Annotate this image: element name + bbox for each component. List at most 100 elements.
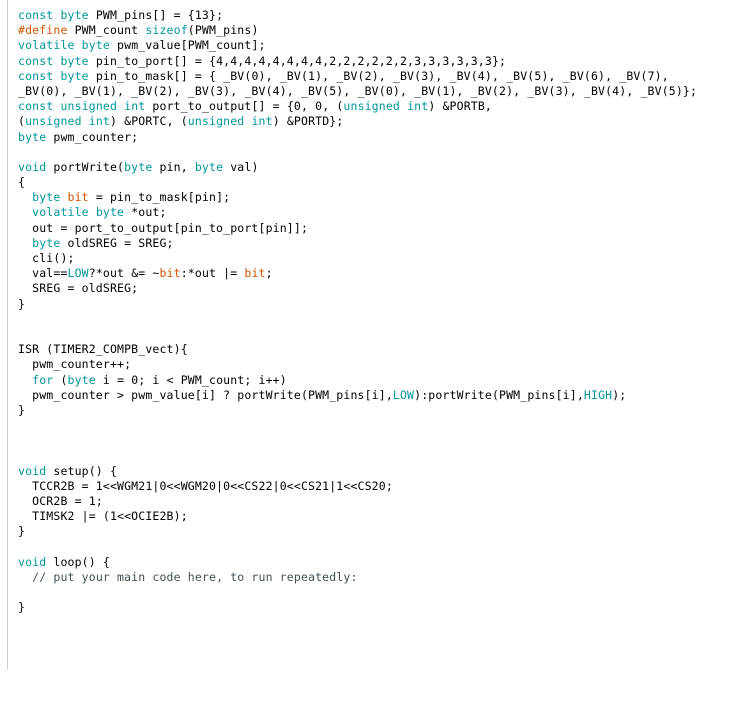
code-token: bit — [159, 266, 181, 281]
code-token: ):portWrite(PWM_pins[i], — [414, 387, 584, 402]
code-token: byte — [194, 159, 224, 174]
code-line: ​ — [18, 448, 737, 463]
code-editor[interactable]: const byte PWM_pins[] = {13}; #define PWM… — [0, 0, 737, 703]
code-token: pin_to_port[] = {4,4,4,4,4,4,4,4,2,2,2,2… — [88, 53, 507, 68]
code-line: for (byte i = 0; i < PWM_count; i++) — [18, 373, 737, 388]
code-token: val== — [18, 266, 68, 281]
code-line: ​ — [18, 312, 737, 327]
code-token: const — [18, 68, 54, 83]
code-token: OCR2B = 1; — [18, 494, 103, 508]
code-token: i = 0; i < PWM_count; i++) — [95, 372, 287, 387]
code-token: } — [18, 296, 26, 311]
code-token: = pin_to_mask[pin]; — [88, 190, 231, 205]
code-line: (unsigned int) &PORTC, (unsigned int) &P… — [18, 114, 737, 129]
code-token: unsigned — [343, 99, 401, 114]
code-token: pin_to_mask[] = { _BV(0), _BV(1), _BV(2)… — [88, 68, 669, 83]
code-token: ); — [612, 387, 627, 402]
code-token: SREG = oldSREG; — [18, 281, 139, 296]
code-line: } — [18, 524, 737, 539]
code-token: _BV(0), _BV(1), _BV(2), _BV(3), _BV(4), … — [18, 83, 698, 98]
code-line: ISR (TIMER2_COMPB_vect){ — [18, 342, 737, 357]
code-line: } — [18, 403, 737, 418]
code-token: int — [88, 114, 110, 129]
code-token: loop() { — [46, 554, 110, 569]
code-token: void — [18, 554, 47, 569]
code-line: const byte pin_to_port[] = {4,4,4,4,4,4,… — [18, 54, 737, 69]
code-token: pwm_value[PWM_count]; — [109, 38, 266, 53]
code-line: // put your main code here, to run repea… — [18, 570, 737, 585]
code-token: volatile — [18, 38, 75, 53]
code-token: ) &PORTB, — [428, 99, 492, 114]
code-line: ​ — [18, 585, 737, 600]
code-token: pwm_counter; — [46, 129, 139, 144]
code-line: void loop() { — [18, 555, 737, 570]
code-line: volatile byte *out; — [18, 205, 737, 220]
code-token: int — [124, 99, 146, 114]
code-token: ?*out &= ~ — [88, 266, 160, 281]
code-token: // put your main code here, to run repea… — [32, 569, 358, 584]
code-token: } — [18, 524, 26, 539]
code-line: OCR2B = 1; — [18, 494, 737, 509]
code-token: :*out |= — [180, 266, 245, 281]
code-line: } — [18, 297, 737, 312]
code-token: int — [407, 99, 429, 114]
code-token: } — [18, 600, 26, 615]
code-token: ISR (TIMER2_COMPB_vect){ — [18, 342, 188, 357]
code-token: sizeof — [145, 23, 188, 38]
code-token: pin, — [152, 159, 195, 174]
code-token: PWM_count — [67, 23, 146, 38]
code-token: LOW — [392, 387, 415, 402]
code-token: byte — [60, 8, 89, 22]
code-token: ) &PORTD}; — [272, 114, 344, 129]
code-line: const byte PWM_pins[] = {13}; — [18, 8, 737, 23]
code-token: byte — [67, 372, 96, 387]
code-token: TCCR2B = 1<<WGM21|0<<WGM20|0<<CS22|0<<CS… — [18, 478, 393, 493]
code-line: ​ — [18, 540, 737, 555]
code-token: unsigned — [187, 114, 245, 129]
code-line: _BV(0), _BV(1), _BV(2), _BV(3), _BV(4), … — [18, 84, 737, 99]
code-token: bit — [67, 190, 89, 205]
code-token: byte — [18, 129, 47, 144]
code-token: unsigned — [60, 99, 118, 114]
code-token: const — [18, 99, 54, 114]
code-line: void portWrite(byte pin, byte val) — [18, 160, 737, 175]
code-token: void — [18, 463, 47, 478]
code-token: for — [32, 372, 54, 387]
code-token: #define — [18, 23, 68, 38]
code-line: const unsigned int port_to_output[] = {0… — [18, 99, 737, 114]
code-token: PWM_pins[] = {13}; — [88, 8, 224, 22]
code-line: TCCR2B = 1<<WGM21|0<<WGM20|0<<CS22|0<<CS… — [18, 479, 737, 494]
code-token: pwm_counter++; — [18, 357, 132, 372]
code-token: ( — [53, 372, 68, 387]
code-token: byte — [95, 205, 125, 220]
code-line: out = port_to_output[pin_to_port[pin]]; — [18, 221, 737, 236]
code-token: LOW — [67, 266, 89, 281]
code-token: byte — [124, 159, 153, 174]
code-token: bit — [244, 266, 266, 281]
code-line: const byte pin_to_mask[] = { _BV(0), _BV… — [18, 69, 737, 84]
code-token: ) &PORTC, ( — [109, 114, 188, 129]
code-token: byte — [60, 68, 89, 83]
code-token: byte — [32, 190, 61, 205]
code-token: ; — [265, 266, 273, 281]
code-token: TIMSK2 |= (1<<OCIE2B); — [18, 509, 188, 524]
code-token: (PWM_pins) — [187, 23, 259, 38]
code-token: } — [18, 402, 26, 417]
code-token: { — [18, 175, 26, 190]
editor-gutter — [0, 0, 8, 670]
code-line: byte oldSREG = SREG; — [18, 236, 737, 251]
code-text-area[interactable]: const byte PWM_pins[] = {13}; #define PWM… — [18, 8, 737, 616]
code-token: int — [251, 114, 273, 129]
code-line: ​ — [18, 418, 737, 433]
code-line: } — [18, 600, 737, 615]
code-line: byte pwm_counter; — [18, 130, 737, 145]
code-line: val==LOW?*out &= ~bit:*out |= bit; — [18, 266, 737, 281]
code-line: ​ — [18, 145, 737, 160]
